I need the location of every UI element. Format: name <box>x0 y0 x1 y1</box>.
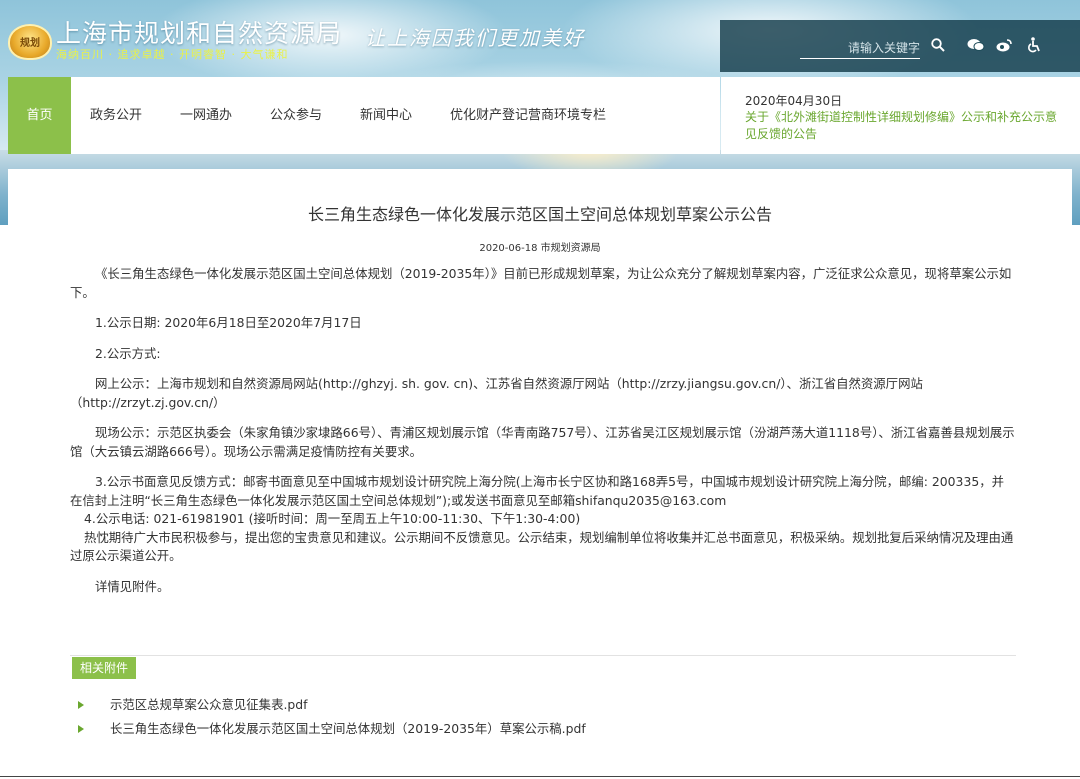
main-nav: 首页 政务公开 一网通办 公众参与 新闻中心 优化财产登记营商环境专栏 <box>8 77 720 154</box>
attachment-name: 长三角生态绿色一体化发展示范区国土空间总体规划（2019-2035年）草案公示稿… <box>110 721 586 736</box>
site-logo[interactable]: 规划 <box>8 24 52 60</box>
nav-item-home[interactable]: 首页 <box>8 77 71 154</box>
weibo-icon[interactable] <box>994 37 1014 57</box>
article-source: 市规划资源局 <box>540 243 601 254</box>
site-tagline: 海纳百川 · 追求卓越 · 开明睿智 · 大气谦和 <box>56 48 289 61</box>
footer-divider <box>0 776 1080 777</box>
attachment-name: 示范区总规草案公众意见征集表.pdf <box>110 697 308 712</box>
site-title[interactable]: 上海市规划和自然资源局 <box>56 14 342 50</box>
news-link[interactable]: 关于《北外滩街道控制性详细规划修编》公示和补充公示意见反馈的公告 <box>745 109 1060 143</box>
bullet-arrow-icon <box>78 725 84 733</box>
attachments-list: 示范区总规草案公众意见征集表.pdf 长三角生态绿色一体化发展示范区国土空间总体… <box>78 693 586 741</box>
logo-text: 规划 <box>20 38 40 49</box>
paragraph-intro: 《长三角生态绿色一体化发展示范区国土空间总体规划（2019-2035年）》目前已… <box>70 266 1012 300</box>
article-date: 2020-06-18 <box>479 243 538 254</box>
nav-item-news-center[interactable]: 新闻中心 <box>360 77 412 154</box>
article-meta: 2020-06-18 市规划资源局 <box>8 239 1072 254</box>
paragraph-method: 2.公示方式: <box>95 345 161 361</box>
article-body: 《长三角生态绿色一体化发展示范区国土空间总体规划（2019-2035年）》目前已… <box>70 265 1016 596</box>
attachments-label: 相关附件 <box>72 657 137 679</box>
attachments-divider <box>70 655 1016 656</box>
accessibility-icon[interactable] <box>1024 37 1044 57</box>
search-input[interactable] <box>800 38 920 59</box>
wechat-icon[interactable] <box>966 37 986 57</box>
article-title: 长三角生态绿色一体化发展示范区国土空间总体规划草案公示公告 <box>307 205 772 224</box>
bullet-arrow-icon <box>78 701 84 709</box>
article-container: 长三角生态绿色一体化发展示范区国土空间总体规划草案公示公告 2020-06-18… <box>8 169 1072 779</box>
paragraph-invite: 热忱期待广大市民积极参与，提出您的宝贵意见和建议。公示期间不反馈意见。公示结束，… <box>70 529 1014 564</box>
paragraph-onsite: 现场公示：示范区执委会（朱家角镇沙家埭路66号）、青浦区规划展示馆（华青南路75… <box>70 425 1015 459</box>
nav-item-one-stop-service[interactable]: 一网通办 <box>180 77 232 154</box>
search-icon[interactable] <box>928 37 948 57</box>
paragraph-online: 网上公示：上海市规划和自然资源局网站(http://ghzyj. sh. gov… <box>70 376 923 410</box>
paragraph-phone: 4.公示电话: 021-61981901 (接听时间：周一至周五上午10:00-… <box>84 511 581 526</box>
header-tools <box>720 20 1080 72</box>
attachment-link[interactable]: 示范区总规草案公众意见征集表.pdf <box>78 693 586 717</box>
nav-item-business-environment[interactable]: 优化财产登记营商环境专栏 <box>450 77 606 154</box>
paragraph-date: 1.公示日期: 2020年6月18日至2020年7月17日 <box>95 315 362 330</box>
paragraph-see-attachment: 详情见附件。 <box>95 578 170 594</box>
nav-item-public-participation[interactable]: 公众参与 <box>270 77 322 154</box>
paragraph-feedback: 3.公示书面意见反馈方式：邮寄书面意见至中国城市规划设计研究院上海分院(上海市长… <box>70 474 1004 508</box>
site-slogan: 让上海因我们更加美好 <box>365 26 585 50</box>
nav-item-government-affairs[interactable]: 政务公开 <box>90 77 142 154</box>
news-date: 2020年04月30日 <box>745 94 843 108</box>
news-ticker: 2020年04月30日 关于《北外滩街道控制性详细规划修编》公示和补充公示意见反… <box>721 77 1080 154</box>
attachment-link[interactable]: 长三角生态绿色一体化发展示范区国土空间总体规划（2019-2035年）草案公示稿… <box>78 717 586 741</box>
